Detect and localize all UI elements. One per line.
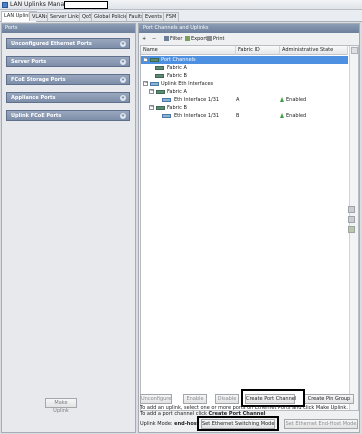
- title-bar: LAN Uplinks Manager: [0, 0, 362, 10]
- tree-row-eth-interface[interactable]: Eth Interface 1/31 A Enabled: [141, 96, 348, 104]
- uplink-mode-value: end-host: [174, 421, 200, 427]
- print-button[interactable]: Print: [207, 36, 225, 43]
- port-button-label: Appliance Ports: [11, 95, 56, 101]
- print-icon: [207, 36, 212, 41]
- row-name: Port Channels: [161, 57, 196, 63]
- port-button-label: Uplink FCoE Ports: [11, 113, 62, 119]
- tab-bar: LAN Uplinks VLANs Server Links QoS Globa…: [0, 10, 362, 22]
- port-channels-panel: Port Channels and Uplinks + − Filter Exp…: [138, 23, 360, 433]
- uplink-fcoe-ports-button[interactable]: Uplink FCoE Ports »: [6, 110, 130, 121]
- fabric-icon: [156, 106, 165, 110]
- port-button-label: Unconfigured Ethernet Ports: [11, 41, 92, 47]
- redacted-box: [64, 1, 108, 9]
- chevron-icon: »: [120, 113, 126, 119]
- uplink-mode-line: Uplink Mode: end-host: [140, 420, 199, 429]
- eth-interface-icon: [162, 98, 171, 102]
- grid-toolbar: + − Filter Export Print: [139, 34, 359, 44]
- port-button-label: Server Ports: [11, 59, 47, 65]
- chevron-icon: »: [120, 59, 126, 65]
- fabric-icon: [155, 66, 164, 70]
- disable-button[interactable]: Disable: [215, 394, 239, 404]
- appliance-ports-button[interactable]: Appliance Ports »: [6, 92, 130, 103]
- highlight-box: [197, 416, 279, 431]
- create-pin-group-button[interactable]: Create Pin Group: [304, 394, 354, 404]
- tree-row-eth-interface[interactable]: Eth Interface 1/31 B Enabled: [141, 112, 348, 120]
- print-label: Print: [213, 36, 225, 42]
- row-name: Eth Interface 1/31: [174, 113, 220, 119]
- port-channel-icon: [150, 58, 159, 62]
- server-ports-button[interactable]: Server Ports »: [6, 56, 130, 67]
- state-label: Enabled: [286, 97, 307, 103]
- ports-header: Ports: [2, 24, 135, 33]
- collapse-toggle[interactable]: −: [143, 81, 148, 86]
- uplink-icon: [150, 82, 159, 86]
- tree-row-fabric-a[interactable]: − Fabric A: [141, 88, 348, 96]
- filter-label: Filter: [170, 36, 183, 42]
- make-uplink-button[interactable]: Make Uplink: [45, 398, 77, 414]
- row-name: Uplink Eth Interfaces: [161, 81, 214, 87]
- app-icon: [2, 2, 8, 8]
- row-fabric-id: B: [236, 113, 240, 119]
- add-icon[interactable]: +: [142, 36, 146, 43]
- enable-button[interactable]: Enable: [183, 394, 207, 404]
- properties-icon[interactable]: [348, 226, 355, 233]
- enabled-icon: [280, 97, 284, 102]
- tab-events[interactable]: Events: [142, 12, 165, 21]
- grid-header: Name Fabric ID Administrative State: [141, 46, 348, 55]
- row-fabric-id: A: [236, 97, 240, 103]
- scroll-up-icon[interactable]: [351, 47, 358, 54]
- filter-button[interactable]: Filter: [164, 36, 182, 43]
- tree-row-fabric-a[interactable]: Fabric A: [141, 64, 348, 72]
- fabric-icon: [156, 90, 165, 94]
- filter-icon: [164, 36, 169, 41]
- chevron-icon: »: [120, 41, 126, 47]
- export-label: Export: [191, 36, 208, 42]
- column-admin-state[interactable]: Administrative State: [280, 46, 348, 55]
- ports-panel: Ports Unconfigured Ethernet Ports » Serv…: [1, 23, 136, 433]
- enabled-icon: [280, 113, 284, 118]
- fcoe-storage-ports-button[interactable]: FCoE Storage Ports »: [6, 74, 130, 85]
- unconfigure-button[interactable]: Unconfigure: [140, 394, 172, 404]
- side-scroll-icon[interactable]: [348, 216, 355, 223]
- row-name: Fabric B: [167, 105, 187, 111]
- tree-row-fabric-b[interactable]: Fabric B: [141, 72, 348, 80]
- row-name: Fabric B: [167, 73, 187, 79]
- tree-row-fabric-b[interactable]: − Fabric B: [141, 104, 348, 112]
- chevron-icon: »: [120, 77, 126, 83]
- uplink-mode-label: Uplink Mode:: [140, 421, 173, 427]
- tree-row-uplink-eth-interfaces[interactable]: − Uplink Eth Interfaces: [141, 80, 348, 88]
- export-button[interactable]: Export: [185, 36, 207, 43]
- uplinks-grid: Name Fabric ID Administrative State − Po…: [140, 45, 359, 411]
- column-name[interactable]: Name: [141, 46, 236, 55]
- row-name: Fabric A: [167, 89, 187, 95]
- port-button-label: FCoE Storage Ports: [11, 77, 66, 83]
- fabric-icon: [155, 74, 164, 78]
- collapse-toggle[interactable]: −: [149, 89, 154, 94]
- tree-row-port-channels[interactable]: − Port Channels: [141, 56, 348, 64]
- eth-interface-icon: [162, 114, 171, 118]
- collapse-toggle[interactable]: −: [143, 57, 148, 62]
- export-icon: [185, 36, 190, 41]
- remove-icon[interactable]: −: [152, 36, 156, 43]
- unconfigured-ethernet-ports-button[interactable]: Unconfigured Ethernet Ports »: [6, 38, 130, 49]
- collapse-toggle[interactable]: −: [149, 105, 154, 110]
- side-scroll-icon[interactable]: [348, 206, 355, 213]
- row-name: Eth Interface 1/31: [174, 97, 220, 103]
- state-label: Enabled: [286, 113, 307, 119]
- set-ethernet-end-host-mode-button[interactable]: Set Ethernet End-Host Mode: [284, 419, 358, 429]
- tab-fsm[interactable]: FSM: [163, 12, 180, 21]
- column-fabric-id[interactable]: Fabric ID: [236, 46, 280, 55]
- row-name: Fabric A: [167, 65, 187, 71]
- chevron-icon: »: [120, 95, 126, 101]
- port-channels-header: Port Channels and Uplinks: [139, 24, 359, 33]
